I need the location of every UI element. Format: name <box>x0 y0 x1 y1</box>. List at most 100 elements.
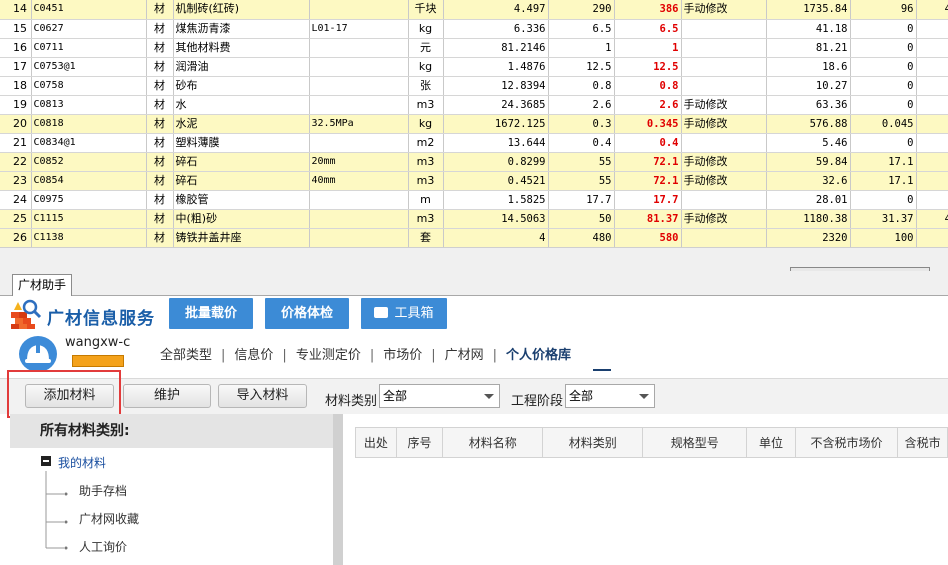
cell-name[interactable]: 水泥 <box>173 114 310 134</box>
cell-rn[interactable]: 25 <box>0 209 32 229</box>
cell-type[interactable]: 材 <box>146 38 174 58</box>
cell-note[interactable]: 手动修改 <box>681 0 767 20</box>
nav-item-professional-price[interactable]: 专业测定价 <box>296 344 361 363</box>
cell-name[interactable]: 润滑油 <box>173 57 310 77</box>
price-check-button[interactable]: 价格体检 <box>265 298 349 329</box>
cell-note[interactable] <box>681 19 767 39</box>
maintain-button[interactable]: 维护 <box>123 384 211 408</box>
column-header[interactable]: 材料名称 <box>442 427 544 458</box>
cell-code[interactable]: C0758 <box>31 76 147 96</box>
cell-c1[interactable]: 0 <box>850 133 917 153</box>
cell-c2[interactable]: 7.73 <box>916 171 948 191</box>
collapse-icon[interactable] <box>41 456 51 466</box>
cell-amt[interactable]: 1180.38 <box>766 209 851 229</box>
cell-c2[interactable]: 455.06 <box>916 209 948 229</box>
tab-guangcai-assistant[interactable]: 广材助手 <box>12 274 73 296</box>
cell-note[interactable]: 手动修改 <box>681 114 767 134</box>
cell-p2[interactable]: 0.4 <box>614 133 682 153</box>
cell-type[interactable]: 材 <box>146 0 174 20</box>
cell-qty[interactable]: 4 <box>443 228 549 247</box>
cell-p2[interactable]: 1 <box>614 38 682 58</box>
cell-rn[interactable]: 23 <box>0 171 32 191</box>
cell-spec[interactable] <box>309 228 409 247</box>
cell-c1[interactable]: 0 <box>850 38 917 58</box>
cell-code[interactable]: C0627 <box>31 19 147 39</box>
cell-p2[interactable]: 0.345 <box>614 114 682 134</box>
table-row[interactable]: 17C0753@1材润滑油kg1.487612.512.518.600 <box>0 57 948 77</box>
cell-p2[interactable]: 72.1 <box>614 152 682 172</box>
cell-qty[interactable]: 1.5825 <box>443 190 549 210</box>
cell-spec[interactable] <box>309 209 409 229</box>
column-header[interactable]: 材料类别 <box>542 427 644 458</box>
table-row[interactable]: 25 C1115 材中(粗)砂 m3 14.5063 50 81.37 手动修改 1180.38… <box>0 209 948 229</box>
cell-note[interactable] <box>681 228 767 247</box>
cell-rn[interactable]: 21 <box>0 133 32 153</box>
column-header[interactable]: 不含税市场价 <box>794 427 899 458</box>
cell-c1[interactable]: 0 <box>850 190 917 210</box>
cell-p2[interactable]: 386 <box>614 0 682 20</box>
nav-item-guangcai-web[interactable]: 广材网 <box>445 344 484 363</box>
cell-spec[interactable] <box>309 57 409 77</box>
user-avatar[interactable] <box>19 336 57 372</box>
cell-c1[interactable]: 0 <box>850 76 917 96</box>
category-select[interactable]: 全部 <box>379 384 500 408</box>
cell-qty[interactable]: 13.644 <box>443 133 549 153</box>
cell-unit[interactable]: kg <box>408 114 444 134</box>
cell-name[interactable]: 铸铁井盖井座 <box>173 228 310 247</box>
cell-type[interactable]: 材 <box>146 76 174 96</box>
cell-spec[interactable] <box>309 76 409 96</box>
cell-c1[interactable]: 0 <box>850 57 917 77</box>
cell-amt[interactable]: 2320 <box>766 228 851 247</box>
cell-spec[interactable]: 32.5MPa <box>309 114 409 134</box>
cell-note[interactable] <box>681 133 767 153</box>
cell-name[interactable]: 塑料薄膜 <box>173 133 310 153</box>
cell-rn[interactable]: 15 <box>0 19 32 39</box>
cell-spec[interactable] <box>309 95 409 115</box>
cell-amt[interactable]: 18.6 <box>766 57 851 77</box>
cell-c1[interactable]: 17.1 <box>850 152 917 172</box>
cell-c1[interactable]: 100 <box>850 228 917 247</box>
cell-rn[interactable]: 18 <box>0 76 32 96</box>
cell-rn[interactable]: 24 <box>0 190 32 210</box>
cell-type[interactable]: 材 <box>146 171 174 191</box>
pane-splitter[interactable] <box>333 414 343 565</box>
cell-c2[interactable]: 14.19 <box>916 152 948 172</box>
cell-name[interactable]: 中(粗)砂 <box>173 209 310 229</box>
cell-rn[interactable]: 22 <box>0 152 32 172</box>
cell-c2[interactable]: 0 <box>916 190 948 210</box>
table-row[interactable]: 20 C0818 材水泥 32.5MPa kg 1672.125 0.3 0.345 手动修改 5… <box>0 114 948 134</box>
cell-note[interactable]: 手动修改 <box>681 209 767 229</box>
cell-code[interactable]: C0451 <box>31 0 147 20</box>
materials-grid[interactable]: 14 C0451 材机制砖(红砖) 千块 4.497 290 386 手动修改 1735.84 9… <box>0 0 948 247</box>
column-header[interactable]: 出处 <box>355 427 397 458</box>
cell-p1[interactable]: 0.8 <box>548 76 615 96</box>
table-row[interactable]: 14 C0451 材机制砖(红砖) 千块 4.497 290 386 手动修改 1735.84 9… <box>0 0 948 20</box>
cell-amt[interactable]: 32.6 <box>766 171 851 191</box>
cell-code[interactable]: C0711 <box>31 38 147 58</box>
cell-amt[interactable]: 10.27 <box>766 76 851 96</box>
batch-load-price-button[interactable]: 批量载价 <box>169 298 253 329</box>
cell-type[interactable]: 材 <box>146 228 174 247</box>
cell-amt[interactable]: 576.88 <box>766 114 851 134</box>
cell-p1[interactable]: 290 <box>548 0 615 20</box>
cell-qty[interactable]: 14.5063 <box>443 209 549 229</box>
table-row[interactable]: 24C0975材橡胶管m1.582517.717.728.0100 <box>0 190 948 210</box>
table-row[interactable]: 26C1138材铸铁井盖井座 套4480580 2320100400 <box>0 228 948 247</box>
cell-qty[interactable]: 1.4876 <box>443 57 549 77</box>
table-row[interactable]: 22 C0852 材碎石 20mm m3 0.8299 55 72.1 手动修改 59.84 17.… <box>0 152 948 172</box>
cell-p1[interactable]: 17.7 <box>548 190 615 210</box>
tree-item-manual-inquiry[interactable]: 人工询价 <box>79 538 127 555</box>
tree-item-assistant-archive[interactable]: 助手存档 <box>79 482 127 499</box>
cell-amt[interactable]: 1735.84 <box>766 0 851 20</box>
table-row[interactable]: 18C0758材砂布张12.83940.80.810.2700 <box>0 76 948 96</box>
cell-qty[interactable]: 0.8299 <box>443 152 549 172</box>
cell-type[interactable]: 材 <box>146 95 174 115</box>
column-header[interactable]: 含税市 <box>897 427 948 458</box>
table-row[interactable]: 16C0711材其他材料费元81.21461181.2100 <box>0 38 948 58</box>
cell-c1[interactable]: 96 <box>850 0 917 20</box>
nav-item-personal-price-library[interactable]: 个人价格库 <box>506 344 571 363</box>
cell-qty[interactable]: 4.497 <box>443 0 549 20</box>
cell-amt[interactable]: 5.46 <box>766 133 851 153</box>
cell-name[interactable]: 机制砖(红砖) <box>173 0 310 20</box>
cell-code[interactable]: C0834@1 <box>31 133 147 153</box>
